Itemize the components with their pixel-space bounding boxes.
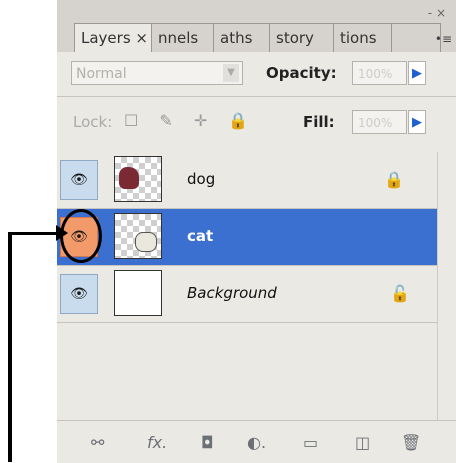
layer-thumbnail-background — [114, 270, 162, 316]
tab-layers[interactable]: Layers × — [75, 24, 152, 52]
layer-list-scrollbar[interactable] — [437, 152, 456, 420]
tab-paths[interactable]: aths — [214, 24, 270, 52]
lock-fill-row: Lock: ☐ ✎ ✛ 🔒 Fill: 100% ▶ — [57, 96, 456, 153]
link-icon[interactable]: ⚯ — [91, 433, 104, 452]
new-layer-icon[interactable]: ◫ — [355, 433, 370, 452]
layer-thumbnail-dog — [114, 156, 162, 202]
mask-icon[interactable]: ◘ — [201, 433, 214, 452]
group-icon[interactable]: ▭ — [303, 433, 318, 452]
opacity-label: Opacity: — [266, 64, 337, 82]
tab-bar: Layers × nnels aths story tions - × •≡ — [57, 0, 456, 52]
layer-name-background[interactable]: Background — [187, 284, 277, 302]
layer-name-cat[interactable]: cat — [187, 227, 213, 245]
unlock-icon: 🔓 — [390, 284, 410, 303]
lock-icon: 🔒 — [384, 170, 404, 189]
layer-row-dog[interactable]: 👁 dog 🔒 — [57, 152, 437, 209]
blend-mode-value: Normal — [76, 66, 127, 82]
panel-menu-icon[interactable]: •≡ — [435, 32, 452, 46]
callout-arrow-icon — [56, 225, 68, 241]
blend-mode-select[interactable]: Normal ▼ — [71, 61, 243, 85]
layers-panel: Layers × nnels aths story tions - × •≡ N… — [57, 0, 456, 463]
layer-list: 👁 dog 🔒 👁 cat 👁 Background 🔓 — [57, 152, 437, 420]
tab-channels[interactable]: nnels — [152, 24, 214, 52]
lock-options-icon[interactable]: ☐ ✎ ✛ 🔒 — [124, 111, 256, 130]
eye-icon[interactable]: 👁 — [60, 160, 98, 200]
layer-row-background[interactable]: 👁 Background 🔓 — [57, 266, 437, 323]
panel-footer: ⚯ fx. ◘ ◐. ▭ ◫ 🗑 — [57, 420, 456, 463]
fill-input[interactable]: 100% — [352, 110, 407, 134]
dog-thumbnail-shape — [119, 167, 139, 189]
fx-icon[interactable]: fx. — [147, 433, 167, 452]
tab-strip: Layers × nnels aths story tions — [74, 23, 441, 52]
panel-close-icon[interactable]: - × — [428, 6, 446, 20]
fill-label: Fill: — [303, 113, 335, 131]
cat-thumbnail-shape — [135, 232, 157, 252]
layer-row-cat[interactable]: 👁 cat — [57, 209, 437, 266]
tab-history[interactable]: story — [270, 24, 334, 52]
callout-line-vertical — [8, 232, 12, 462]
eye-icon[interactable]: 👁 — [60, 274, 98, 314]
blend-opacity-row: Normal ▼ Opacity: 100% ▶ — [57, 52, 456, 96]
fill-arrow-icon[interactable]: ▶ — [408, 110, 426, 134]
lock-label: Lock: — [73, 113, 113, 131]
opacity-arrow-icon[interactable]: ▶ — [408, 61, 426, 85]
layer-thumbnail-cat — [114, 213, 162, 259]
adjustment-icon[interactable]: ◐. — [247, 433, 266, 452]
chevron-down-icon[interactable]: ▼ — [223, 64, 239, 82]
trash-icon[interactable]: 🗑 — [401, 433, 421, 452]
layer-name-dog[interactable]: dog — [187, 170, 215, 188]
tab-actions[interactable]: tions — [334, 24, 392, 52]
callout-line-horizontal — [8, 232, 60, 235]
opacity-input[interactable]: 100% — [352, 61, 407, 85]
